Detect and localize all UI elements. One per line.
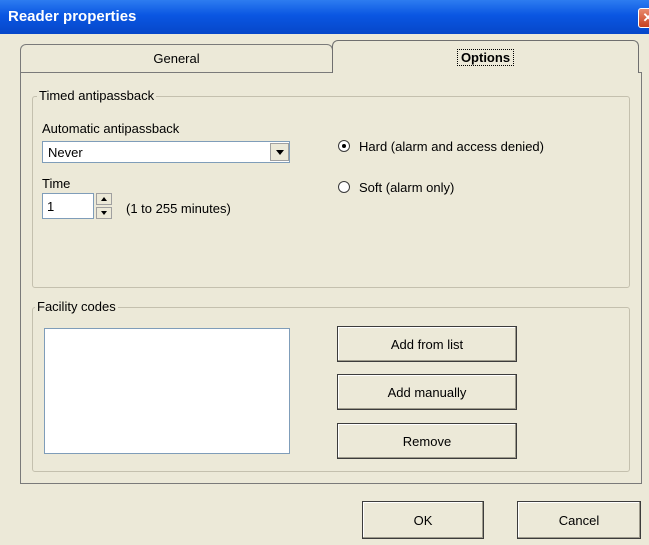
radio-hard[interactable]	[337, 139, 351, 153]
facility-codes-list[interactable]	[44, 328, 290, 454]
cancel-button[interactable]: Cancel	[517, 501, 641, 539]
ok-label: OK	[413, 512, 433, 528]
tab-general[interactable]: General	[20, 44, 333, 73]
arrow-down-icon[interactable]	[96, 207, 112, 219]
add-from-list-button[interactable]: Add from list	[337, 326, 517, 362]
add-manually-button[interactable]: Add manually	[337, 374, 517, 410]
tab-options[interactable]: Options	[332, 40, 639, 73]
close-icon[interactable]: ✕	[638, 8, 649, 28]
timed-antipassback-label: Timed antipassback	[37, 88, 157, 103]
automatic-antipassback-value: Never	[48, 145, 83, 160]
add-from-list-label: Add from list	[390, 336, 464, 352]
remove-button[interactable]: Remove	[337, 423, 517, 459]
time-input[interactable]: 1	[42, 193, 94, 219]
radio-soft-label[interactable]: Soft (alarm only)	[359, 180, 454, 195]
window-title: Reader properties	[8, 8, 137, 25]
ok-button[interactable]: OK	[362, 501, 484, 539]
radio-hard-label[interactable]: Hard (alarm and access denied)	[359, 139, 544, 154]
facility-codes-label: Facility codes	[35, 299, 118, 314]
automatic-antipassback-select[interactable]: Never	[42, 141, 290, 163]
radio-hard-circle	[338, 140, 350, 152]
tab-general-label: General	[153, 51, 200, 66]
time-label: Time	[42, 176, 71, 191]
chevron-down-icon[interactable]	[270, 143, 289, 161]
remove-label: Remove	[402, 433, 452, 449]
time-value: 1	[47, 199, 55, 214]
cancel-label: Cancel	[558, 512, 600, 528]
title-bar[interactable]: Reader properties ✕	[0, 0, 649, 34]
radio-soft-circle	[338, 181, 350, 193]
automatic-antipassback-label: Automatic antipassback	[42, 121, 180, 136]
arrow-up-icon[interactable]	[96, 193, 112, 205]
tab-options-label: Options	[456, 49, 515, 66]
add-manually-label: Add manually	[387, 384, 467, 400]
radio-hard-dot	[342, 144, 346, 148]
radio-soft[interactable]	[337, 180, 351, 194]
time-hint: (1 to 255 minutes)	[126, 201, 231, 216]
